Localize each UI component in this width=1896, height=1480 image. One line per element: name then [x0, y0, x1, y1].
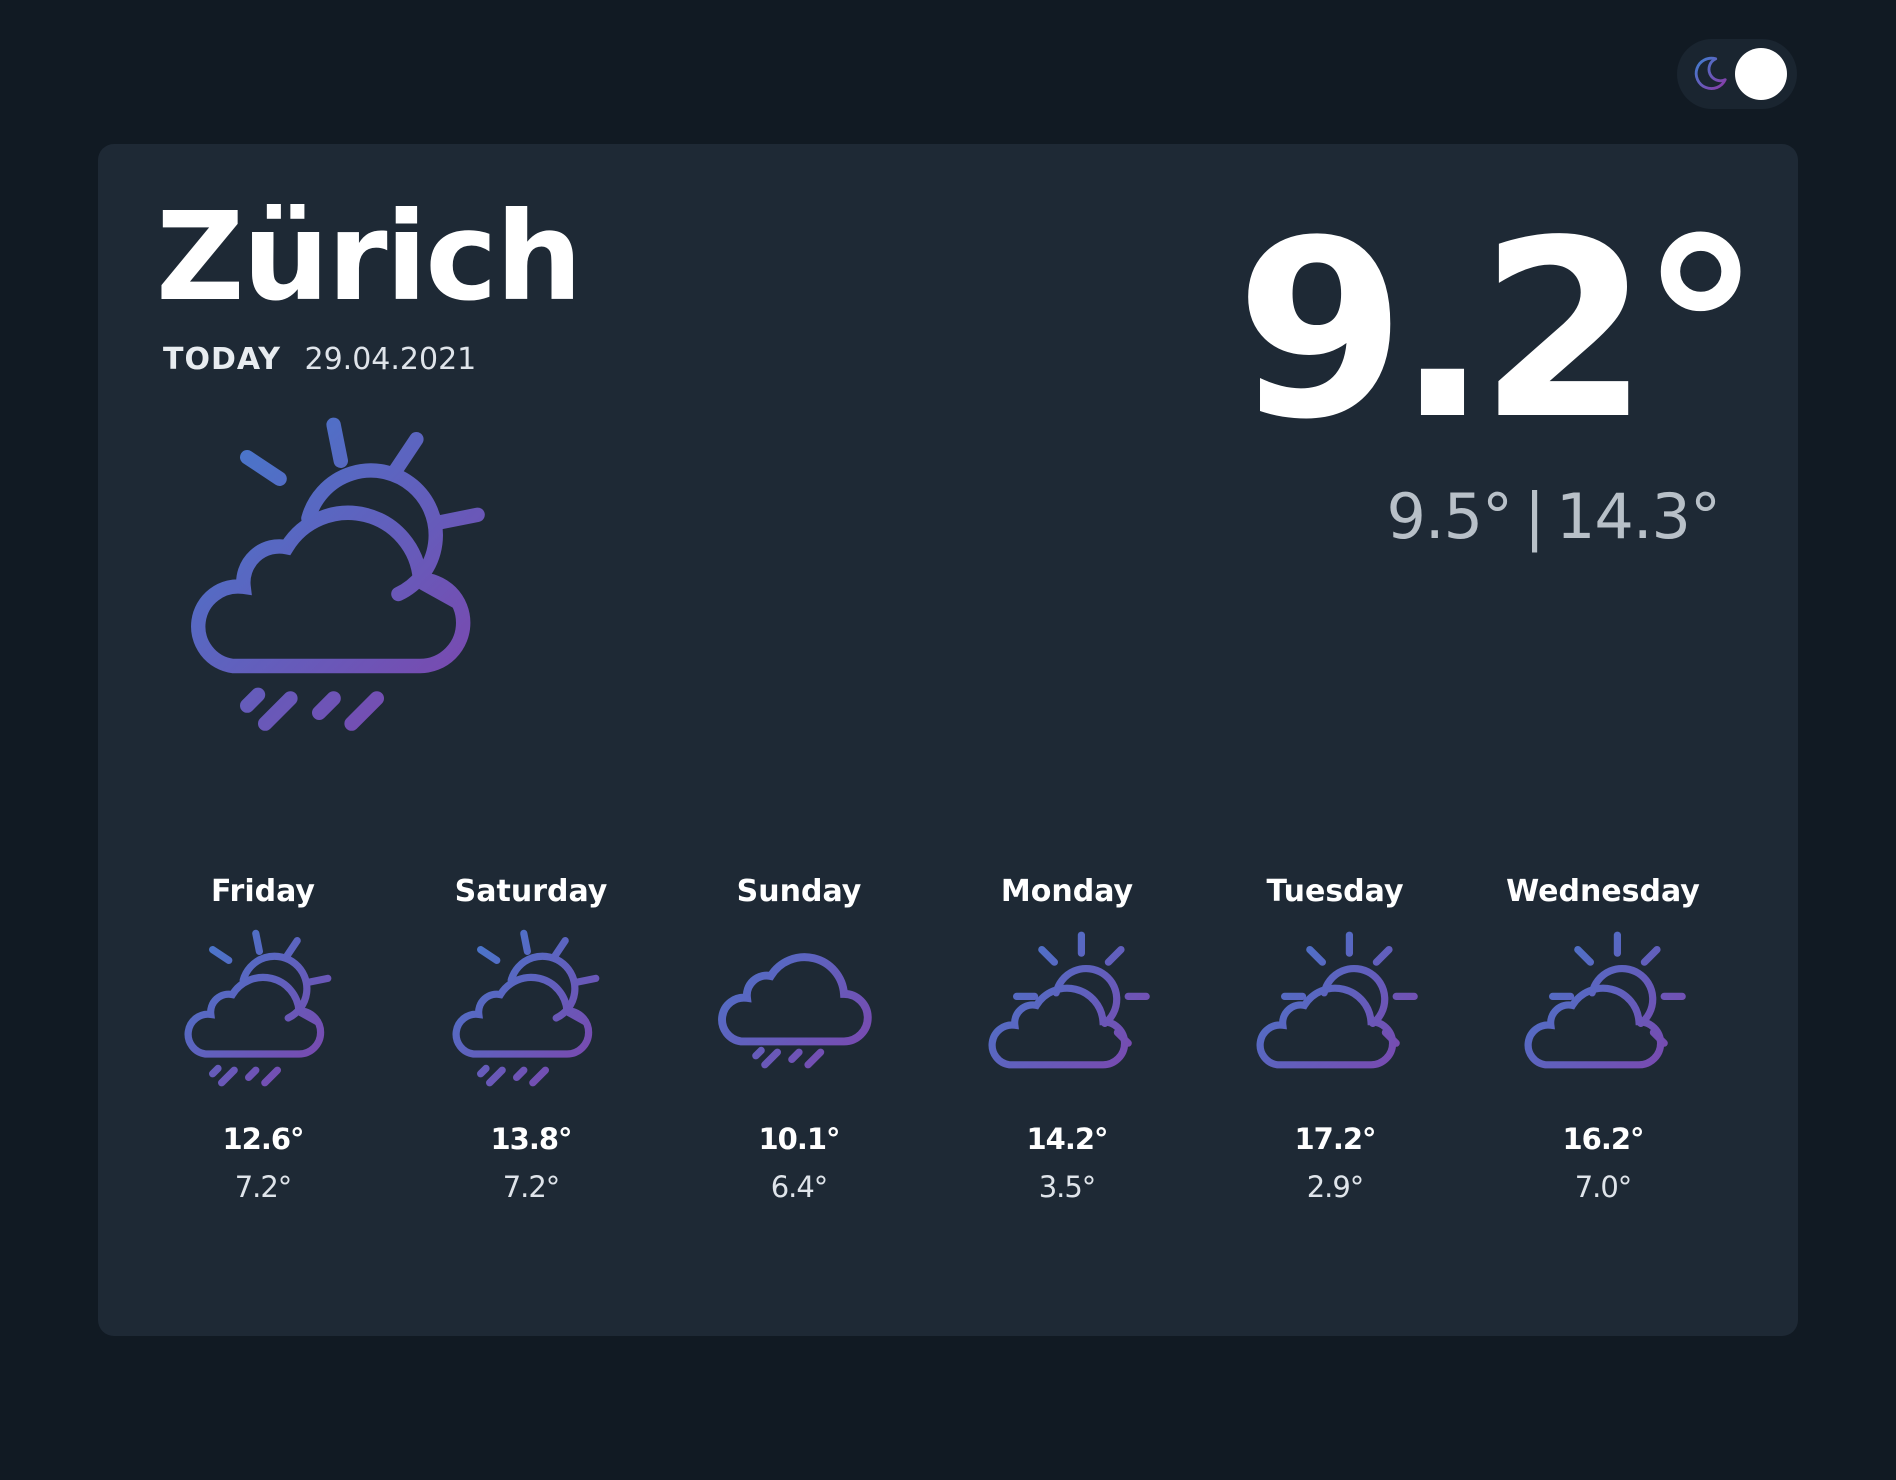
- theme-toggle[interactable]: [1677, 39, 1797, 109]
- forecast-high: 14.2°: [1026, 1122, 1108, 1156]
- forecast-day: Monday 14.2° 3.5°: [947, 872, 1187, 1204]
- min-max-temperature: 9.5° | 14.3°: [1386, 480, 1721, 553]
- forecast-day-name: Wednesday: [1506, 874, 1700, 909]
- forecast-low: 7.2°: [502, 1170, 561, 1204]
- forecast-low: 2.9°: [1306, 1170, 1365, 1204]
- city-name: Zürich: [156, 186, 582, 328]
- forecast-high: 13.8°: [490, 1122, 572, 1156]
- max-temperature: 14.3°: [1555, 480, 1721, 553]
- forecast-high: 12.6°: [222, 1122, 304, 1156]
- weather-card: Zürich TODAY 29.04.2021 9.2° 9.5° | 14.3° …: [98, 144, 1798, 1336]
- cloud-sun-rain-icon: [173, 928, 353, 1108]
- date-line: TODAY 29.04.2021: [163, 342, 476, 377]
- min-temperature: 9.5°: [1386, 480, 1513, 553]
- cloud-sun-rain-icon: [441, 928, 621, 1108]
- today-label: TODAY: [163, 342, 281, 377]
- forecast-day: Sunday 10.1° 6.4°: [679, 872, 919, 1204]
- forecast-day: Friday 12.6° 7.2°: [143, 872, 383, 1204]
- cloud-sun-icon: [1513, 928, 1693, 1108]
- cloud-sun-rain-icon: [168, 414, 528, 774]
- moon-icon: [1691, 55, 1729, 93]
- cloud-sun-icon: [1245, 928, 1425, 1108]
- current-temperature: 9.2°: [1235, 188, 1762, 473]
- forecast-low: 7.0°: [1574, 1170, 1633, 1204]
- forecast-day-name: Friday: [210, 874, 315, 909]
- forecast-low: 6.4°: [770, 1170, 829, 1204]
- forecast-high: 17.2°: [1294, 1122, 1376, 1156]
- forecast-day: Tuesday 17.2° 2.9°: [1215, 872, 1455, 1204]
- forecast-low: 3.5°: [1038, 1170, 1097, 1204]
- forecast-high: 16.2°: [1562, 1122, 1644, 1156]
- forecast-list: Friday 12.6° 7.2° Saturday 13.8° 7.2° Su…: [143, 872, 1753, 1204]
- forecast-day-name: Monday: [1000, 874, 1134, 909]
- forecast-low: 7.2°: [234, 1170, 293, 1204]
- forecast-day: Wednesday 16.2° 7.0°: [1483, 872, 1723, 1204]
- forecast-day-name: Sunday: [736, 874, 862, 909]
- min-max-separator: |: [1524, 480, 1545, 553]
- current-date: 29.04.2021: [304, 342, 477, 377]
- forecast-day: Saturday 13.8° 7.2°: [411, 872, 651, 1204]
- forecast-high: 10.1°: [758, 1122, 840, 1156]
- forecast-day-name: Saturday: [454, 874, 608, 909]
- forecast-day-name: Tuesday: [1266, 874, 1404, 909]
- toggle-knob[interactable]: [1735, 48, 1787, 100]
- cloud-sun-icon: [977, 928, 1157, 1108]
- cloud-rain-icon: [709, 928, 889, 1108]
